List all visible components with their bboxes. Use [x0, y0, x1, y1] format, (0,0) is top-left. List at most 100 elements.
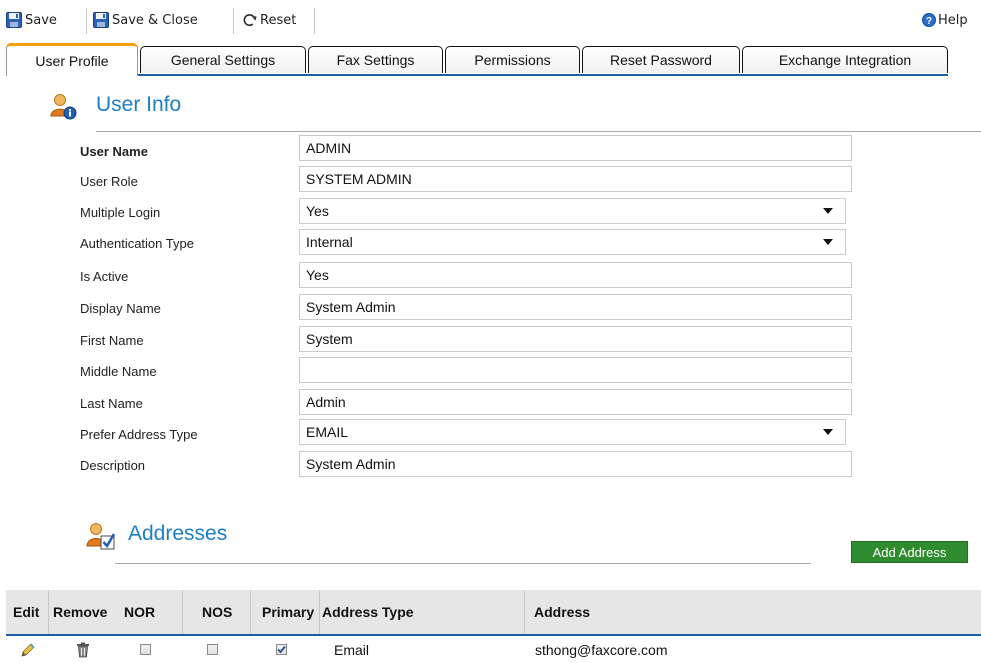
toolbar: Save Save & Close Reset ? Help — [0, 5, 981, 35]
address-cell: sthong@faxcore.com — [535, 641, 668, 658]
trash-icon — [77, 642, 89, 657]
multiple-login-label: Multiple Login — [80, 205, 161, 220]
middle-name-label: Middle Name — [80, 364, 157, 379]
column-header-address: Address — [534, 604, 591, 620]
first-name-label: First Name — [80, 333, 144, 348]
user-role-label: User Role — [80, 174, 138, 189]
last-name-field[interactable]: Admin — [299, 389, 852, 415]
chevron-down-icon — [823, 429, 833, 435]
help-button[interactable]: ? Help — [922, 5, 968, 35]
nor-checkbox[interactable] — [140, 636, 151, 663]
description-field[interactable]: System Admin — [299, 451, 852, 477]
toolbar-divider — [86, 8, 87, 34]
tab-label: General Settings — [170, 52, 276, 68]
floppy-disk-icon — [6, 12, 22, 28]
column-header-nor: NOR — [124, 604, 156, 620]
display-name-label: Display Name — [80, 301, 161, 316]
is-active-label: Is Active — [80, 269, 129, 284]
addresses-icon — [86, 523, 116, 550]
checkmark-icon — [277, 645, 286, 654]
is-active-value: Yes — [306, 267, 329, 283]
column-header-primary: Primary — [262, 604, 315, 620]
tab-user-profile[interactable]: User Profile — [6, 43, 138, 76]
prefer-address-type-value: EMAIL — [306, 424, 349, 440]
authentication-type-value: Internal — [306, 234, 353, 250]
tab-general-settings[interactable]: General Settings — [140, 46, 306, 73]
user-role-field[interactable]: SYSTEM ADMIN — [299, 166, 852, 192]
addresses-title: Addresses — [128, 522, 228, 545]
checkbox-box — [207, 644, 218, 655]
floppy-disk-icon — [93, 12, 109, 28]
refresh-icon — [243, 13, 257, 26]
column-divider — [182, 590, 183, 634]
multiple-login-value: Yes — [306, 203, 329, 219]
toolbar-divider — [233, 8, 234, 34]
column-header-address-type: Address Type — [322, 604, 414, 620]
tab-label: Permissions — [474, 52, 551, 68]
edit-button[interactable] — [20, 636, 36, 663]
user-name-label: User Name — [80, 144, 148, 159]
description-value: System Admin — [306, 456, 396, 472]
save-label: Save — [25, 12, 57, 28]
multiple-login-select[interactable]: Yes — [299, 198, 846, 224]
save-button[interactable]: Save — [6, 5, 57, 35]
help-label: Help — [938, 12, 968, 28]
save-and-close-button[interactable]: Save & Close — [93, 5, 198, 35]
tab-strip-baseline — [6, 74, 948, 76]
column-header-remove: Remove — [53, 604, 108, 620]
tab-fax-settings[interactable]: Fax Settings — [308, 46, 443, 73]
add-address-button[interactable]: Add Address — [851, 541, 968, 563]
tab-permissions[interactable]: Permissions — [445, 46, 580, 73]
first-name-field[interactable]: System — [299, 326, 852, 352]
reset-button[interactable]: Reset — [241, 5, 296, 35]
checkbox-box — [140, 644, 151, 655]
authentication-type-label: Authentication Type — [80, 236, 194, 251]
authentication-type-select[interactable]: Internal — [299, 229, 846, 255]
tab-reset-password[interactable]: Reset Password — [582, 46, 740, 73]
is-active-field[interactable]: Yes — [299, 262, 852, 288]
last-name-label: Last Name — [80, 396, 143, 411]
pencil-icon — [21, 642, 35, 657]
address-type-cell: Email — [334, 641, 370, 658]
column-header-nos: NOS — [202, 604, 233, 620]
column-divider — [48, 590, 49, 634]
last-name-value: Admin — [306, 394, 346, 410]
user-info-icon — [50, 94, 77, 120]
section-divider — [115, 563, 811, 564]
tab-exchange-integration[interactable]: Exchange Integration — [742, 46, 948, 73]
help-icon: ? — [922, 13, 936, 27]
checkbox-box — [276, 644, 287, 655]
tab-label: Reset Password — [610, 52, 712, 68]
description-label: Description — [80, 458, 146, 473]
svg-text:?: ? — [926, 16, 932, 27]
user-name-value: ADMIN — [306, 140, 352, 156]
primary-checkbox[interactable] — [276, 636, 287, 663]
display-name-field[interactable]: System Admin — [299, 294, 852, 320]
tab-label: Exchange Integration — [778, 52, 912, 68]
chevron-down-icon — [823, 239, 833, 245]
reset-label: Reset — [260, 12, 297, 28]
prefer-address-type-label: Prefer Address Type — [80, 427, 198, 442]
tab-label: User Profile — [35, 53, 109, 69]
tab-label: Fax Settings — [336, 52, 415, 68]
add-address-label: Add Address — [872, 544, 947, 560]
toolbar-divider — [314, 8, 315, 34]
prefer-address-type-select[interactable]: EMAIL — [299, 419, 846, 445]
column-divider — [524, 590, 525, 634]
user-role-value: SYSTEM ADMIN — [306, 171, 412, 187]
nos-checkbox[interactable] — [207, 636, 218, 663]
table-row: Email sthong@faxcore.com — [6, 636, 981, 663]
middle-name-field[interactable] — [299, 357, 852, 383]
display-name-value: System Admin — [306, 299, 396, 315]
addresses-table-header: Edit Remove NOR NOS Primary Address Type… — [6, 590, 981, 636]
chevron-down-icon — [823, 208, 833, 214]
section-divider — [96, 131, 981, 132]
first-name-value: System — [306, 331, 353, 347]
user-name-field[interactable]: ADMIN — [299, 135, 852, 161]
column-header-edit: Edit — [13, 604, 40, 620]
user-info-title: User Info — [96, 93, 182, 116]
column-divider — [250, 590, 251, 634]
save-and-close-label: Save & Close — [112, 12, 198, 28]
column-divider — [319, 590, 320, 634]
remove-button[interactable] — [76, 636, 90, 663]
